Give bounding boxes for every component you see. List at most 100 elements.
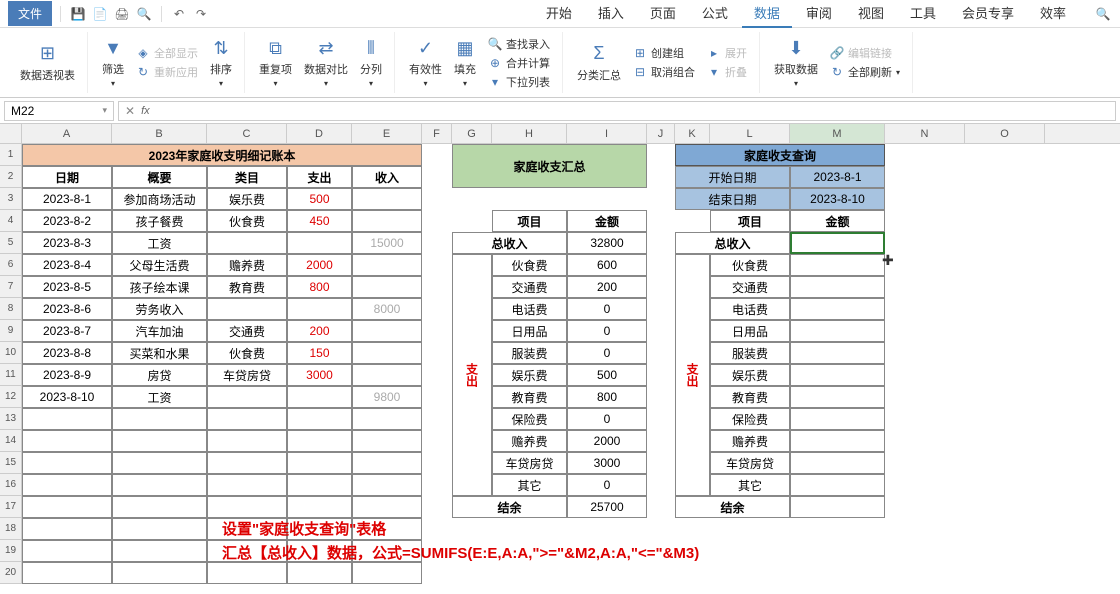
table1-empty[interactable] bbox=[352, 452, 422, 474]
table2-item-label[interactable]: 车贷房贷 bbox=[492, 452, 567, 474]
table1-empty[interactable] bbox=[207, 474, 287, 496]
row-header-7[interactable]: 7 bbox=[0, 276, 22, 298]
table1-cell[interactable] bbox=[352, 342, 422, 364]
table3-item-label[interactable]: 电话费 bbox=[710, 298, 790, 320]
collapse-button[interactable]: ▾折叠 bbox=[703, 63, 751, 81]
table1-empty[interactable] bbox=[207, 408, 287, 430]
col-header-M[interactable]: M bbox=[790, 124, 885, 143]
table3-item-label[interactable]: 服装费 bbox=[710, 342, 790, 364]
table3-item-val[interactable] bbox=[790, 254, 885, 276]
expand-button[interactable]: ▸展开 bbox=[703, 44, 751, 62]
group-button[interactable]: ⊞创建组 bbox=[629, 44, 699, 62]
table1-cell[interactable] bbox=[287, 386, 352, 408]
table1-header[interactable]: 支出 bbox=[287, 166, 352, 188]
fx-icon[interactable]: fx bbox=[141, 105, 150, 117]
table3-balance-label[interactable]: 结余 bbox=[675, 496, 790, 518]
table1-empty[interactable] bbox=[287, 496, 352, 518]
tab-1[interactable]: 插入 bbox=[586, 0, 636, 28]
redo-icon[interactable]: ↷ bbox=[192, 5, 210, 23]
tab-8[interactable]: 会员专享 bbox=[950, 0, 1026, 28]
table1-empty[interactable] bbox=[112, 562, 207, 584]
row-header-12[interactable]: 12 bbox=[0, 386, 22, 408]
table3-h-item[interactable]: 项目 bbox=[710, 210, 790, 232]
table3-h-amount[interactable]: 金额 bbox=[790, 210, 885, 232]
table1-cell[interactable]: 2023-8-1 bbox=[22, 188, 112, 210]
table1-empty[interactable] bbox=[22, 452, 112, 474]
table2-balance-label[interactable]: 结余 bbox=[452, 496, 567, 518]
row-header-15[interactable]: 15 bbox=[0, 452, 22, 474]
table2-item-val[interactable]: 800 bbox=[567, 386, 647, 408]
table1-cell[interactable]: 800 bbox=[287, 276, 352, 298]
row-header-6[interactable]: 6 bbox=[0, 254, 22, 276]
tab-5[interactable]: 审阅 bbox=[794, 0, 844, 28]
table3-item-val[interactable] bbox=[790, 276, 885, 298]
table1-cell[interactable]: 2023-8-2 bbox=[22, 210, 112, 232]
table3-item-label[interactable]: 日用品 bbox=[710, 320, 790, 342]
dup-button[interactable]: ⧉重复项▾ bbox=[255, 35, 296, 90]
table1-header[interactable]: 日期 bbox=[22, 166, 112, 188]
table1-empty[interactable] bbox=[287, 408, 352, 430]
table1-cell[interactable]: 孩子绘本课 bbox=[112, 276, 207, 298]
table1-cell[interactable]: 孩子餐费 bbox=[112, 210, 207, 232]
table1-empty[interactable] bbox=[112, 496, 207, 518]
table1-cell[interactable]: 教育费 bbox=[207, 276, 287, 298]
table3-item-label[interactable]: 教育费 bbox=[710, 386, 790, 408]
table2-item-label[interactable]: 电话费 bbox=[492, 298, 567, 320]
table1-cell[interactable]: 伙食费 bbox=[207, 210, 287, 232]
table1-cell[interactable] bbox=[352, 254, 422, 276]
reapply-button[interactable]: ↻重新应用 bbox=[132, 63, 202, 81]
cancel-icon[interactable]: ✕ bbox=[125, 104, 135, 118]
table1-empty[interactable] bbox=[112, 408, 207, 430]
filter-button[interactable]: ▼筛选▾ bbox=[98, 35, 128, 90]
table3-title[interactable]: 家庭收支查询 bbox=[675, 144, 885, 166]
table1-empty[interactable] bbox=[112, 452, 207, 474]
tab-2[interactable]: 页面 bbox=[638, 0, 688, 28]
table2-h-amount[interactable]: 金额 bbox=[567, 210, 647, 232]
validity-button[interactable]: ✓有效性▾ bbox=[405, 35, 446, 90]
table1-title[interactable]: 2023年家庭收支明细记账本 bbox=[22, 144, 422, 166]
formula-input[interactable]: ✕ fx bbox=[118, 101, 1116, 121]
table1-cell[interactable]: 2023-8-3 bbox=[22, 232, 112, 254]
table3-item-val[interactable] bbox=[790, 364, 885, 386]
print-icon[interactable]: 🖨 bbox=[113, 5, 131, 23]
table3-totalin-label[interactable]: 总收入 bbox=[675, 232, 790, 254]
table2-item-val[interactable]: 500 bbox=[567, 364, 647, 386]
undo-icon[interactable]: ↶ bbox=[170, 5, 188, 23]
name-box[interactable]: M22▾ bbox=[4, 101, 114, 121]
col-header-D[interactable]: D bbox=[287, 124, 352, 143]
table1-empty[interactable] bbox=[207, 452, 287, 474]
table1-cell[interactable]: 伙食费 bbox=[207, 342, 287, 364]
row-header-14[interactable]: 14 bbox=[0, 430, 22, 452]
table2-item-val[interactable]: 0 bbox=[567, 408, 647, 430]
table1-cell[interactable]: 2023-8-10 bbox=[22, 386, 112, 408]
table1-empty[interactable] bbox=[352, 496, 422, 518]
table1-cell[interactable]: 200 bbox=[287, 320, 352, 342]
table3-item-label[interactable]: 其它 bbox=[710, 474, 790, 496]
table1-cell[interactable]: 2023-8-7 bbox=[22, 320, 112, 342]
table1-cell[interactable] bbox=[352, 210, 422, 232]
table2-item-val[interactable]: 0 bbox=[567, 298, 647, 320]
table2-item-label[interactable]: 保险费 bbox=[492, 408, 567, 430]
col-header-F[interactable]: F bbox=[422, 124, 452, 143]
table1-cell[interactable] bbox=[352, 364, 422, 386]
compare-button[interactable]: ⇄数据对比▾ bbox=[300, 35, 352, 90]
row-header-9[interactable]: 9 bbox=[0, 320, 22, 342]
spreadsheet-grid[interactable]: ABCDEFGHIJKLMNO 123456789101112131415161… bbox=[0, 124, 1120, 594]
row-header-4[interactable]: 4 bbox=[0, 210, 22, 232]
table1-cell[interactable]: 2023-8-4 bbox=[22, 254, 112, 276]
table2-item-val[interactable]: 0 bbox=[567, 474, 647, 496]
table3-item-label[interactable]: 娱乐费 bbox=[710, 364, 790, 386]
table1-empty[interactable] bbox=[207, 430, 287, 452]
table2-item-label[interactable]: 交通费 bbox=[492, 276, 567, 298]
table1-cell[interactable]: 2023-8-8 bbox=[22, 342, 112, 364]
tab-0[interactable]: 开始 bbox=[534, 0, 584, 28]
table2-item-label[interactable]: 教育费 bbox=[492, 386, 567, 408]
table1-cell[interactable]: 车贷房贷 bbox=[207, 364, 287, 386]
row-header-8[interactable]: 8 bbox=[0, 298, 22, 320]
table1-header[interactable]: 概要 bbox=[112, 166, 207, 188]
table1-empty[interactable] bbox=[22, 430, 112, 452]
preview-icon[interactable]: 🔍 bbox=[135, 5, 153, 23]
table1-cell[interactable]: 150 bbox=[287, 342, 352, 364]
table1-empty[interactable] bbox=[287, 452, 352, 474]
col-header-K[interactable]: K bbox=[675, 124, 710, 143]
